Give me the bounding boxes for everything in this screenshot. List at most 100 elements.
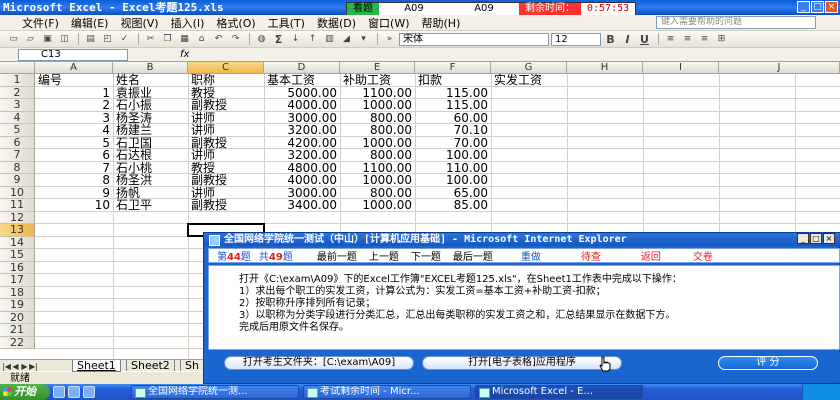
table-cell[interactable]: 2 [35,99,113,112]
table-cell[interactable]: 讲师 [188,124,218,137]
merge-center-icon[interactable]: ⊞ [714,33,729,46]
align-right-icon[interactable]: ≡ [697,33,712,46]
row-header-11[interactable]: 11 [0,199,35,212]
table-cell[interactable]: 7 [35,161,113,175]
name-box[interactable]: C13 [18,49,128,61]
table-cell[interactable]: 10 [35,199,113,212]
chart-wizard-icon[interactable]: ▥ [322,33,337,46]
print-preview-icon[interactable]: ◰ [100,33,115,46]
header-cell-base-salary[interactable]: 基本工资 [264,74,318,87]
menu-help[interactable]: 帮助(H) [416,15,467,31]
fx-icon[interactable]: fx [180,48,189,62]
header-cell-name[interactable]: 姓名 [113,74,143,87]
help-search-input[interactable]: 键入需要帮助的问题 [656,16,816,29]
submit-button[interactable]: 交卷 [693,248,713,263]
print-icon[interactable]: ▤ [83,33,98,46]
cut-icon[interactable]: ✂ [143,33,158,46]
menu-view[interactable]: 视图(V) [114,15,164,31]
table-cell[interactable]: 杨建兰 [113,124,155,137]
row-header-22[interactable]: 22 [0,336,35,349]
table-cell[interactable]: 100.00 [415,149,491,162]
redo-icon[interactable]: ↷ [228,33,243,46]
menu-format[interactable]: 格式(O) [210,15,261,31]
column-header-j[interactable]: J [719,62,840,74]
table-cell[interactable]: 3 [35,111,113,125]
font-size-select[interactable]: 12 [551,32,601,46]
redo-button[interactable]: 重做 [521,248,541,263]
align-center-icon[interactable]: ≡ [680,33,695,46]
table-cell[interactable]: 1 [35,86,113,100]
row-header-19[interactable]: 19 [0,299,35,312]
minimize-icon[interactable]: _ [797,1,810,13]
task-exam-ie[interactable]: 全国网络学院统一测... [131,385,299,399]
table-cell[interactable]: 1000.00 [340,174,415,187]
prev-question-button[interactable]: 上一题 [369,248,399,263]
table-cell[interactable]: 3200.00 [264,124,340,137]
save-icon[interactable]: ▣ [40,33,55,46]
table-cell[interactable]: 100.00 [415,174,491,187]
quicklaunch-desktop-icon[interactable] [68,386,80,398]
table-cell[interactable]: 副教授 [188,174,230,187]
table-cell[interactable]: 800.00 [340,149,415,162]
table-cell[interactable]: 85.00 [415,199,491,212]
permission-icon[interactable]: ◫ [57,33,72,46]
view-question-button[interactable]: 看题 [347,3,379,15]
format-painter-icon[interactable]: ⌂ [194,33,209,46]
menu-window[interactable]: 窗口(W) [362,15,415,31]
new-file-icon[interactable]: ▭ [6,33,21,46]
header-cell-allowance[interactable]: 补助工资 [340,74,394,87]
quicklaunch-media-icon[interactable] [83,386,95,398]
header-cell-net-salary[interactable]: 实发工资 [491,74,545,87]
column-header-h[interactable]: H [567,62,643,74]
row-header-3[interactable]: 3 [0,99,35,112]
table-cell[interactable]: 副教授 [188,99,230,112]
task-excel[interactable]: Microsoft Excel - E... [475,385,643,399]
close-icon[interactable]: × [825,1,838,13]
drawing-icon[interactable]: ◢ [339,33,354,46]
row-header-13[interactable]: 13 [0,224,35,237]
row-header-9[interactable]: 9 [0,174,35,187]
dialog-maximize-icon[interactable]: □ [810,233,822,244]
table-cell[interactable]: 115.00 [415,99,491,112]
menu-insert[interactable]: 插入(I) [165,15,211,31]
menu-edit[interactable]: 编辑(E) [65,15,115,31]
toolbar-options-icon[interactable]: » [382,33,397,46]
hyperlink-icon[interactable]: ◍ [254,33,269,46]
table-cell[interactable]: 石小振 [113,99,155,112]
table-cell[interactable]: 8 [35,174,113,187]
table-cell[interactable]: 石达根 [113,149,155,162]
row-header-15[interactable]: 15 [0,249,35,262]
table-cell[interactable]: 800.00 [340,124,415,137]
table-cell[interactable]: 杨圣洪 [113,174,155,187]
row-header-17[interactable]: 17 [0,274,35,287]
next-question-button[interactable]: 下一题 [411,248,441,263]
row-header-21[interactable]: 21 [0,324,35,337]
copy-icon[interactable]: ❐ [160,33,175,46]
bold-button[interactable]: B [603,33,618,46]
open-spreadsheet-app-button[interactable]: 打开[电子表格]应用程序 [422,356,622,370]
header-cell-title[interactable]: 职称 [188,74,218,87]
menu-data[interactable]: 数据(D) [311,15,362,31]
sort-descending-icon[interactable]: ↑ [305,33,320,46]
align-left-icon[interactable]: ≡ [663,33,678,46]
row-header-5[interactable]: 5 [0,124,35,137]
sheet-tab-sheet1[interactable]: Sheet1 [72,360,121,372]
column-header-i[interactable]: I [643,62,719,74]
row-header-1[interactable]: 1 [0,74,35,87]
table-cell[interactable]: 4000.00 [264,174,340,187]
quicklaunch-ie-icon[interactable] [53,386,65,398]
font-name-select[interactable]: 宋体 [399,32,549,46]
table-cell[interactable]: 1000.00 [340,99,415,112]
menu-file[interactable]: 文件(F) [16,15,65,31]
table-cell[interactable]: 6 [35,149,113,162]
dialog-close-icon[interactable]: × [823,233,835,244]
undo-icon[interactable]: ↶ [211,33,226,46]
table-cell[interactable]: 讲师 [188,149,218,162]
score-button[interactable]: 评 分 [718,356,818,370]
table-cell[interactable]: 副教授 [188,199,230,212]
dialog-minimize-icon[interactable]: _ [797,233,809,244]
table-cell[interactable]: 70.10 [415,124,491,137]
task-remaining-time[interactable]: 考试剩余时间 - Micr... [303,385,471,399]
return-button[interactable]: 返回 [641,248,661,263]
table-cell[interactable]: 石卫平 [113,199,155,212]
